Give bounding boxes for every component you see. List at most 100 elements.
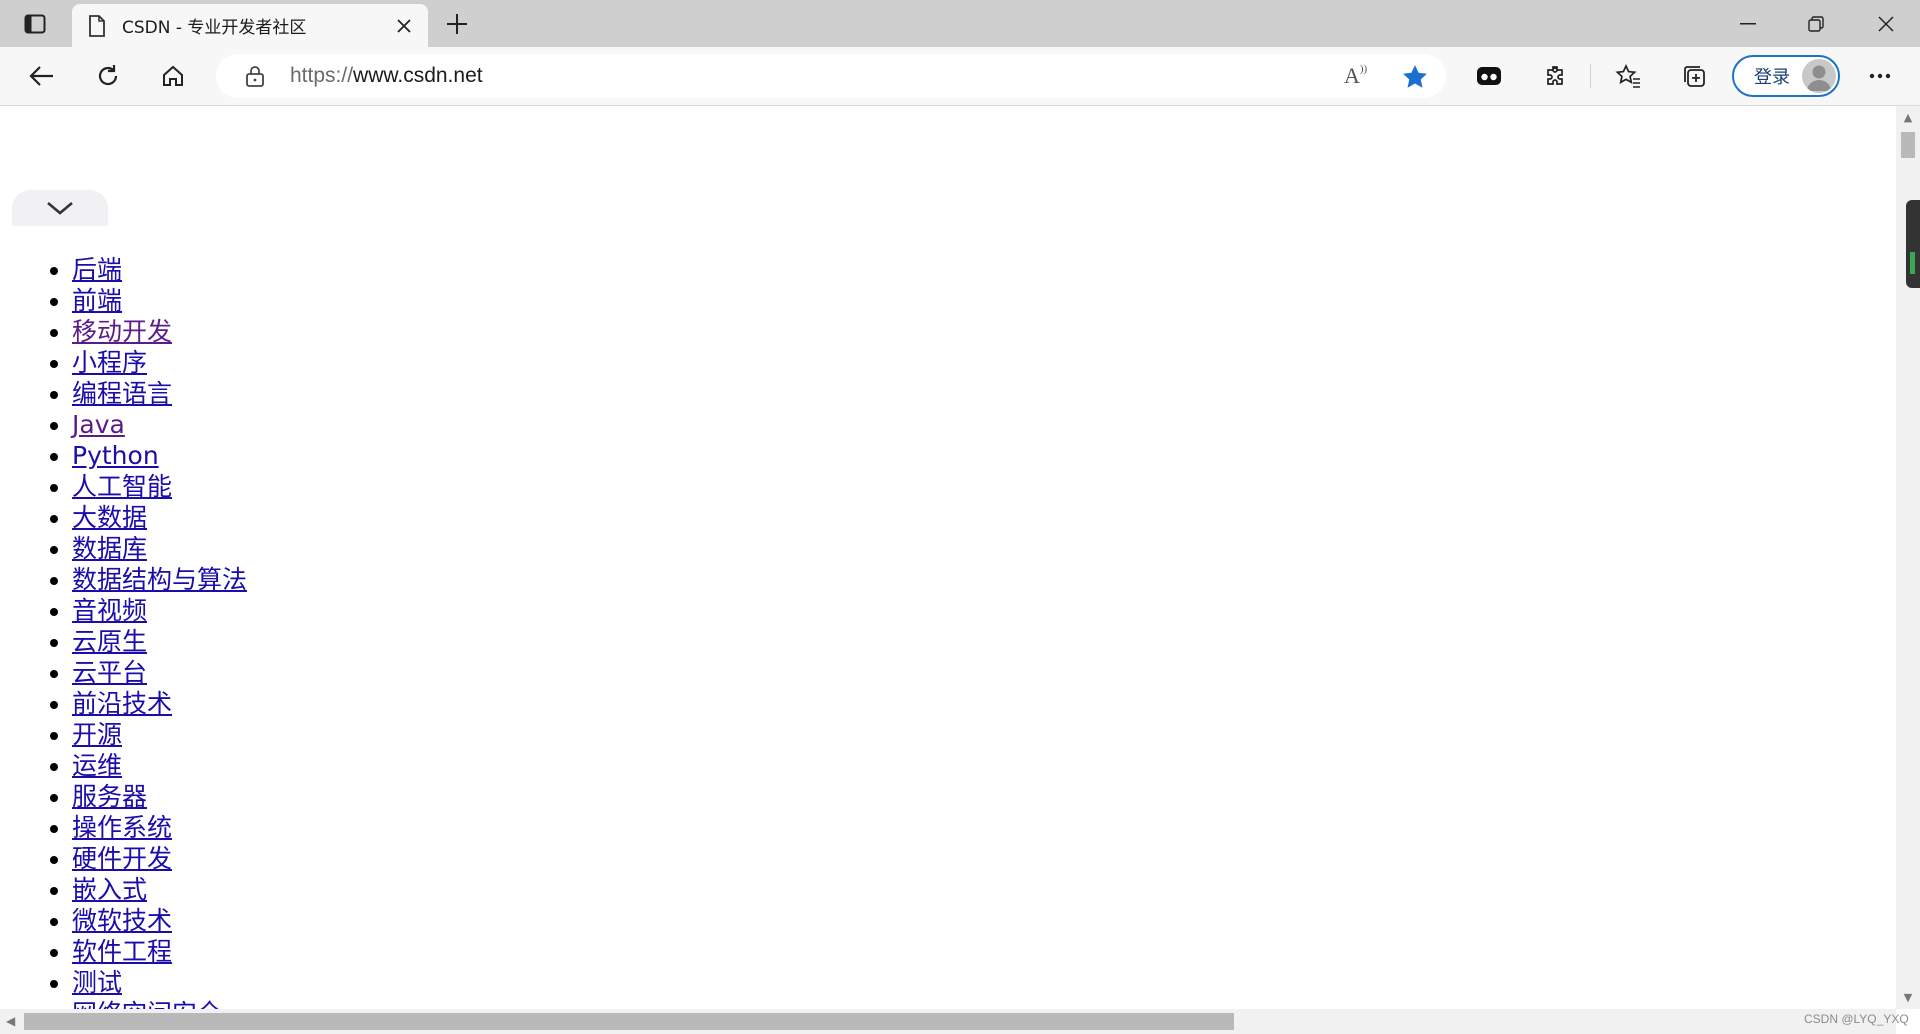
category-link[interactable]: 运维 [72, 751, 122, 780]
watermark: CSDN @LYQ_YXQ [1804, 1012, 1909, 1026]
list-item: 云原生 [72, 626, 247, 657]
page-icon [88, 14, 110, 38]
category-link[interactable]: 前端 [72, 286, 122, 315]
lock-icon[interactable] [244, 65, 266, 87]
active-tab[interactable]: CSDN - 专业开发者社区 [72, 4, 428, 47]
category-link[interactable]: 音视频 [72, 596, 147, 625]
more-button[interactable] [1860, 56, 1900, 96]
scroll-up-arrow-icon[interactable]: ▲ [1902, 112, 1914, 124]
scroll-left-arrow-icon[interactable]: ◀ [6, 1014, 15, 1028]
page-viewport: 后端前端移动开发小程序编程语言JavaPython人工智能大数据数据库数据结构与… [0, 106, 1896, 1009]
tab-title: CSDN - 专业开发者社区 [122, 18, 307, 38]
category-link[interactable]: 操作系统 [72, 813, 172, 842]
extension-button[interactable] [1469, 56, 1509, 96]
horizontal-scroll-thumb[interactable] [24, 1013, 1234, 1030]
close-icon [1878, 15, 1894, 32]
restore-icon [1808, 15, 1824, 32]
puzzle-icon [1547, 66, 1563, 85]
list-item: 开源 [72, 719, 247, 750]
collections-icon [1684, 66, 1705, 87]
browser-toolbar: https://www.csdn.net A)) 登录 [0, 47, 1920, 106]
list-item: 嵌入式 [72, 874, 247, 905]
close-icon [397, 18, 411, 33]
category-link[interactable]: 大数据 [72, 503, 147, 532]
category-link[interactable]: 网络空间安全 [72, 999, 222, 1009]
minimize-button[interactable] [1714, 0, 1782, 47]
category-list: 后端前端移动开发小程序编程语言JavaPython人工智能大数据数据库数据结构与… [0, 254, 247, 1009]
url-protocol: https:// [290, 64, 354, 87]
category-link[interactable]: 开源 [72, 720, 122, 749]
category-link[interactable]: 云平台 [72, 658, 147, 687]
category-link[interactable]: 测试 [72, 968, 122, 997]
list-item: 运维 [72, 750, 247, 781]
list-item: 音视频 [72, 595, 247, 626]
close-tab-button[interactable] [388, 10, 420, 42]
minimize-icon [1740, 22, 1756, 24]
signin-button[interactable]: 登录 [1732, 55, 1840, 97]
list-item: 前沿技术 [72, 688, 247, 719]
read-aloud-icon[interactable]: A)) [1344, 63, 1372, 89]
list-item: 后端 [72, 254, 247, 285]
address-bar[interactable]: https://www.csdn.net A)) [216, 54, 1446, 98]
category-link[interactable]: 移动开发 [72, 317, 172, 346]
favorites-button[interactable] [1608, 56, 1648, 96]
new-tab-button[interactable] [440, 8, 474, 40]
category-link[interactable]: 编程语言 [72, 379, 172, 408]
refresh-button[interactable] [88, 56, 128, 96]
signin-label: 登录 [1754, 67, 1790, 88]
list-item: 移动开发 [72, 316, 247, 347]
list-item: 操作系统 [72, 812, 247, 843]
list-item: Python [72, 440, 247, 471]
list-item: 大数据 [72, 502, 247, 533]
toolbar-divider [1590, 64, 1591, 88]
list-item: 软件工程 [72, 936, 247, 967]
list-item: 硬件开发 [72, 843, 247, 874]
home-button[interactable] [153, 56, 193, 96]
list-item: 云平台 [72, 657, 247, 688]
category-link[interactable]: 前沿技术 [72, 689, 172, 718]
horizontal-scrollbar[interactable]: ◀ [0, 1009, 1896, 1034]
star-icon[interactable] [1401, 63, 1429, 91]
sidebar-handle[interactable] [1906, 200, 1920, 288]
list-item: 服务器 [72, 781, 247, 812]
favorites-icon [1615, 64, 1640, 88]
collapse-toggle-button[interactable] [12, 190, 108, 226]
category-link[interactable]: 服务器 [72, 782, 147, 811]
list-item: 数据结构与算法 [72, 564, 247, 595]
more-icon [1869, 73, 1891, 79]
back-arrow-icon [29, 66, 53, 86]
category-link[interactable]: 小程序 [72, 348, 147, 377]
category-link[interactable]: Java [72, 410, 125, 439]
tab-bar: CSDN - 专业开发者社区 [0, 0, 1920, 47]
collections-button[interactable] [1674, 56, 1714, 96]
category-link[interactable]: 人工智能 [72, 472, 172, 501]
extensions-button[interactable] [1536, 56, 1576, 96]
scroll-down-arrow-icon[interactable]: ▼ [1902, 992, 1914, 1004]
category-link[interactable]: 云原生 [72, 627, 147, 656]
vertical-scroll-thumb[interactable] [1901, 132, 1915, 158]
chevron-down-icon [47, 202, 73, 215]
plus-icon [447, 14, 467, 34]
category-link[interactable]: 微软技术 [72, 906, 172, 935]
refresh-icon [98, 65, 118, 86]
category-link[interactable]: 硬件开发 [72, 844, 172, 873]
category-link[interactable]: 数据库 [72, 534, 147, 563]
list-item: 前端 [72, 285, 247, 316]
avatar [1802, 59, 1836, 93]
back-button[interactable] [22, 56, 62, 96]
list-item: 编程语言 [72, 378, 247, 409]
restore-button[interactable] [1782, 0, 1850, 47]
tab-actions-button[interactable] [12, 8, 58, 40]
list-item: 测试 [72, 967, 247, 998]
category-link[interactable]: 后端 [72, 255, 122, 284]
list-item: 数据库 [72, 533, 247, 564]
category-link[interactable]: Python [72, 441, 159, 470]
category-link[interactable]: 软件工程 [72, 937, 172, 966]
extension-mask-icon [1477, 67, 1501, 85]
url-host: www.csdn.net [353, 64, 483, 87]
category-link[interactable]: 嵌入式 [72, 875, 147, 904]
category-link[interactable]: 数据结构与算法 [72, 565, 247, 594]
close-window-button[interactable] [1852, 0, 1920, 47]
url-text[interactable]: https://www.csdn.net [290, 64, 483, 88]
list-item: 网络空间安全 [72, 998, 247, 1009]
